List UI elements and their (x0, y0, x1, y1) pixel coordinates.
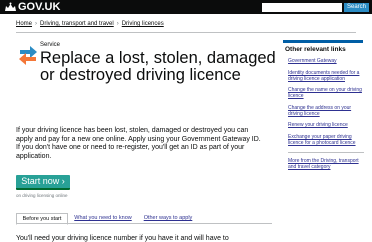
list-item: Government Gateway (288, 58, 364, 64)
related-link[interactable]: Change the address on your driving licen… (288, 105, 351, 117)
related-link[interactable]: Exchange your paper driving licence for … (288, 134, 356, 146)
breadcrumb-divider (16, 32, 356, 33)
related-link[interactable]: Renew your driving licence (288, 122, 348, 128)
page-title: Replace a lost, stolen, damaged or destr… (40, 49, 276, 84)
start-note: on driving licensing online (16, 193, 68, 198)
crown-icon[interactable] (4, 2, 17, 12)
intro-text: If your driving licence has been lost, s… (16, 127, 261, 160)
breadcrumb: Home › Driving, transport and travel › Drivi… (16, 20, 164, 28)
tab-content-text: You'll need your driving licence number … (16, 235, 229, 242)
govuk-logo-text[interactable]: GOV.UK (18, 1, 60, 13)
tab-what-you-need-to-know[interactable]: What you need to know (72, 213, 134, 223)
search-button[interactable]: Search (344, 3, 369, 12)
breadcrumb-driving-transport[interactable]: Driving, transport and travel (40, 21, 114, 27)
exchange-arrows-icon (19, 46, 37, 65)
related-link[interactable]: Government Gateway (288, 58, 337, 64)
more-category-link[interactable]: More from the Driving, transport and tra… (288, 158, 359, 170)
list-item: Change the name on your driving licence (288, 87, 364, 99)
tabs-divider (16, 223, 272, 224)
breadcrumb-separator-icon: › (116, 21, 119, 27)
service-label: Service (40, 42, 61, 48)
list-item: More from the Driving, transport and tra… (288, 158, 364, 170)
sidebar-divider (288, 151, 364, 153)
breadcrumb-separator-icon: › (35, 21, 38, 27)
related-links-heading: Other relevant links (285, 46, 346, 53)
site-header: GOV.UK Search (0, 0, 372, 14)
start-now-label: Start now (21, 176, 60, 186)
start-now-button[interactable]: Start now › (16, 175, 70, 190)
list-item: Change the address on your driving licen… (288, 105, 364, 117)
list-item: Renew your driving licence (288, 122, 364, 128)
search-input[interactable] (262, 3, 342, 12)
list-item: Identity documents needed for a driving … (288, 70, 364, 82)
related-link[interactable]: Change the name on your driving licence (288, 87, 362, 99)
arrow-right-icon: › (61, 176, 65, 186)
breadcrumb-driving-licences[interactable]: Driving licences (122, 21, 164, 27)
list-item: Exchange your paper driving licence for … (288, 134, 364, 146)
related-link[interactable]: Identity documents needed for a driving … (288, 70, 359, 82)
related-links-list: Government Gateway Identity documents ne… (288, 58, 364, 176)
breadcrumb-home[interactable]: Home (16, 21, 32, 27)
tab-other-ways-to-apply[interactable]: Other ways to apply (140, 213, 196, 223)
